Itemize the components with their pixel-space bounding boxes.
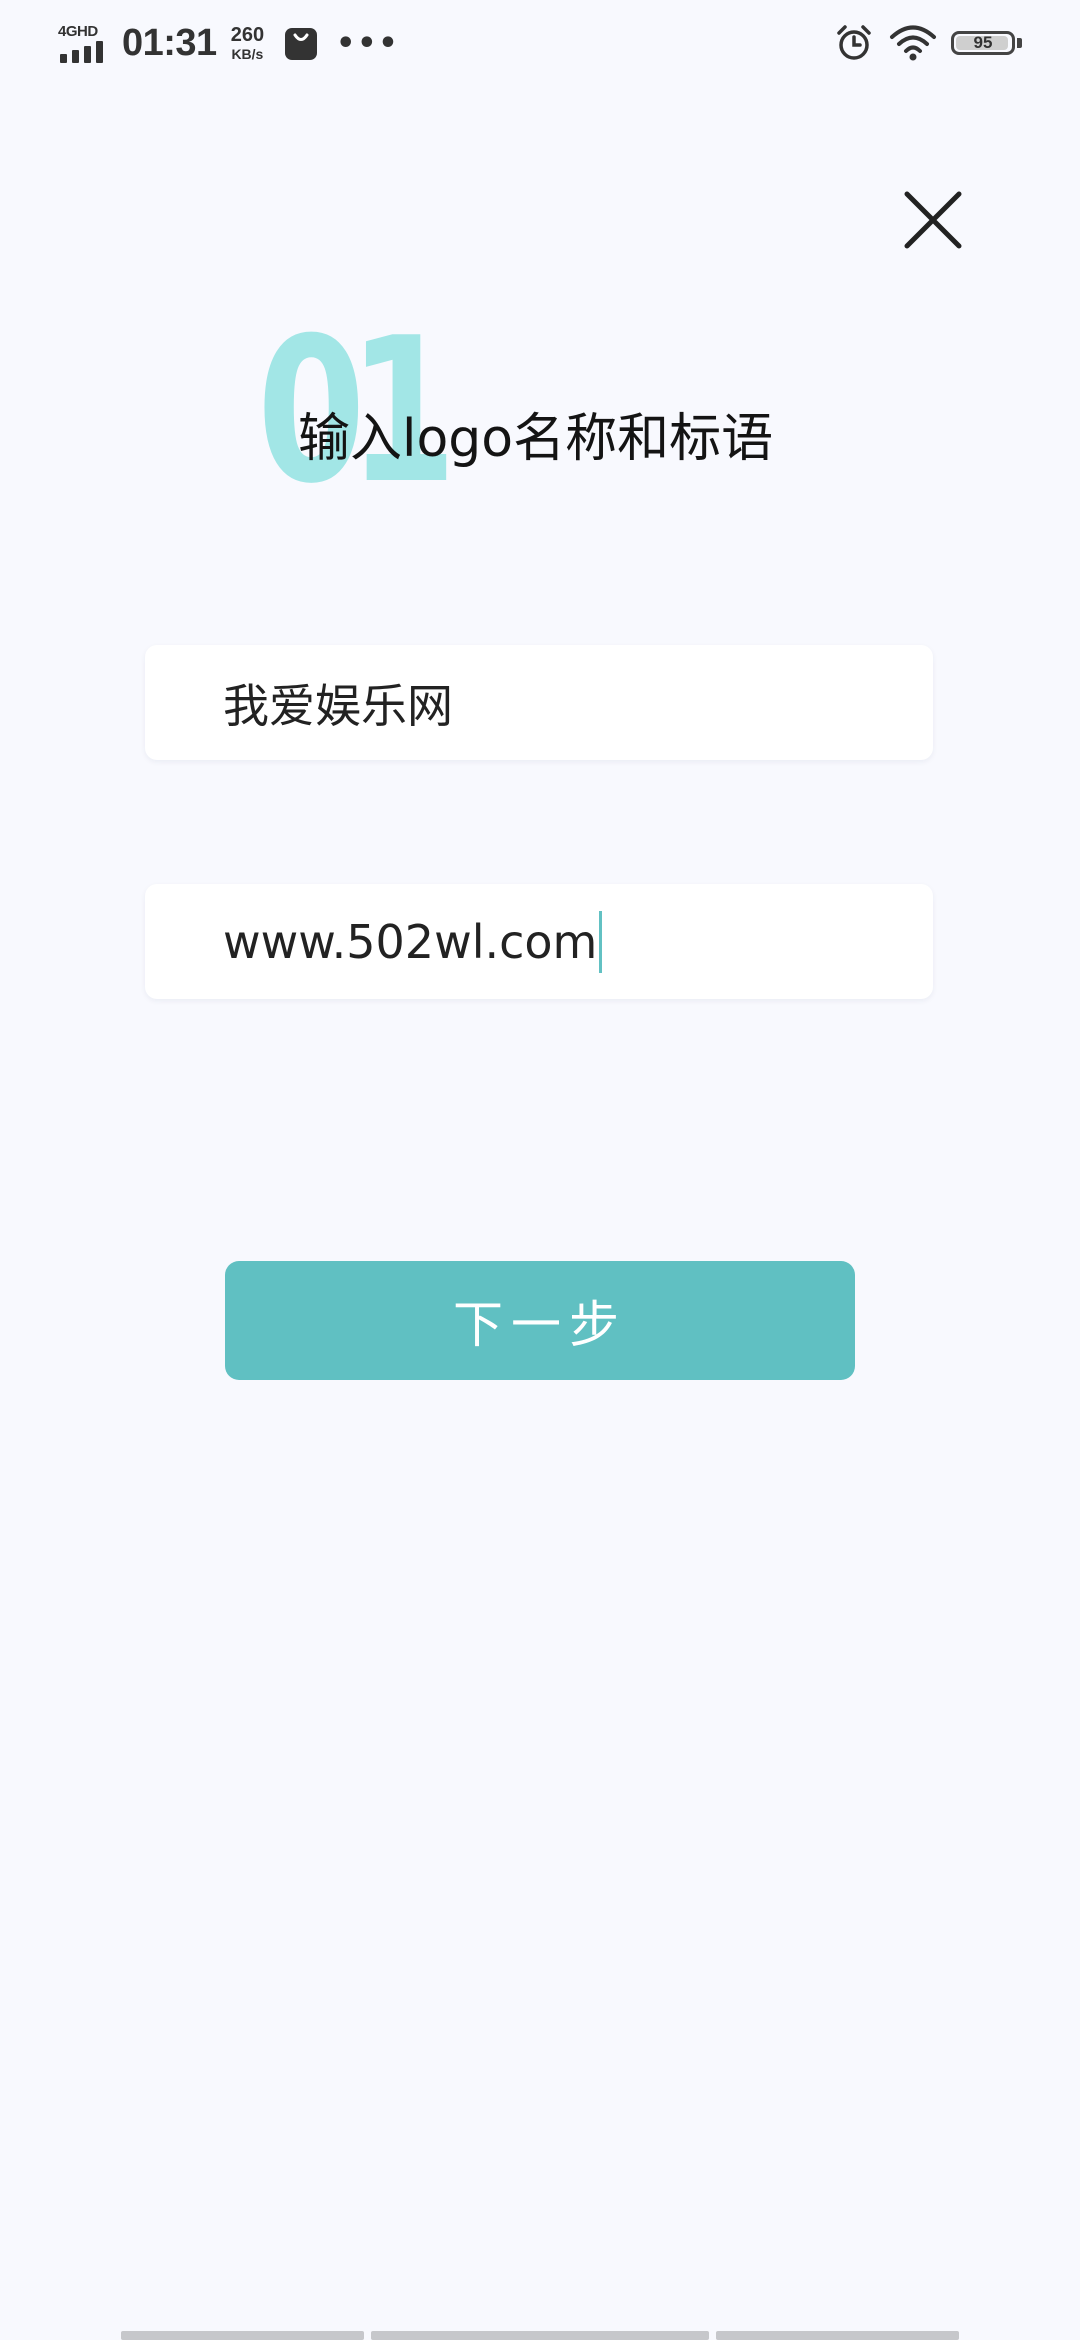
signal-bars [60,41,106,63]
status-bar: 4GHD 01:31 260 KB/s ••• 95 [0,0,1080,86]
network-type: 4GHD [58,23,98,40]
slogan-field[interactable]: www.502wl.com [145,884,933,999]
battery-terminal [1017,38,1022,48]
network-speed-unit: KB/s [231,46,264,62]
signal-bar [96,41,103,63]
slogan-input-value[interactable]: www.502wl.com [223,915,597,969]
logo-name-field[interactable]: 我爱娱乐网 [145,645,933,760]
indicator-segment [716,2331,959,2340]
wifi-icon [889,24,937,62]
indicator-segment [121,2331,364,2340]
status-time: 01:31 [122,21,217,64]
status-left: 4GHD 01:31 260 KB/s ••• [58,0,400,86]
alarm-icon [835,24,873,62]
battery-icon: 95 [951,31,1015,55]
more-notifications-icon: ••• [336,25,400,61]
signal-bar [84,46,91,63]
shopping-bag-icon [284,25,318,61]
text-cursor [599,910,603,973]
page-title: 输入logo名称和标语 [298,409,774,469]
network-speed-value: 260 [230,24,265,46]
signal-bar [72,50,79,63]
status-right: 95 [835,0,1022,86]
signal-bar [60,54,67,63]
cellular-signal-icon: 4GHD [58,23,108,63]
next-button[interactable]: 下一步 [225,1261,855,1380]
network-speed: 260 KB/s [231,25,264,61]
logo-name-input-value[interactable]: 我爱娱乐网 [223,670,453,736]
close-icon [904,191,962,249]
close-button[interactable] [893,180,973,260]
bottom-indicator [0,2331,1080,2340]
battery-level: 95 [973,33,993,52]
indicator-segment [371,2331,709,2340]
